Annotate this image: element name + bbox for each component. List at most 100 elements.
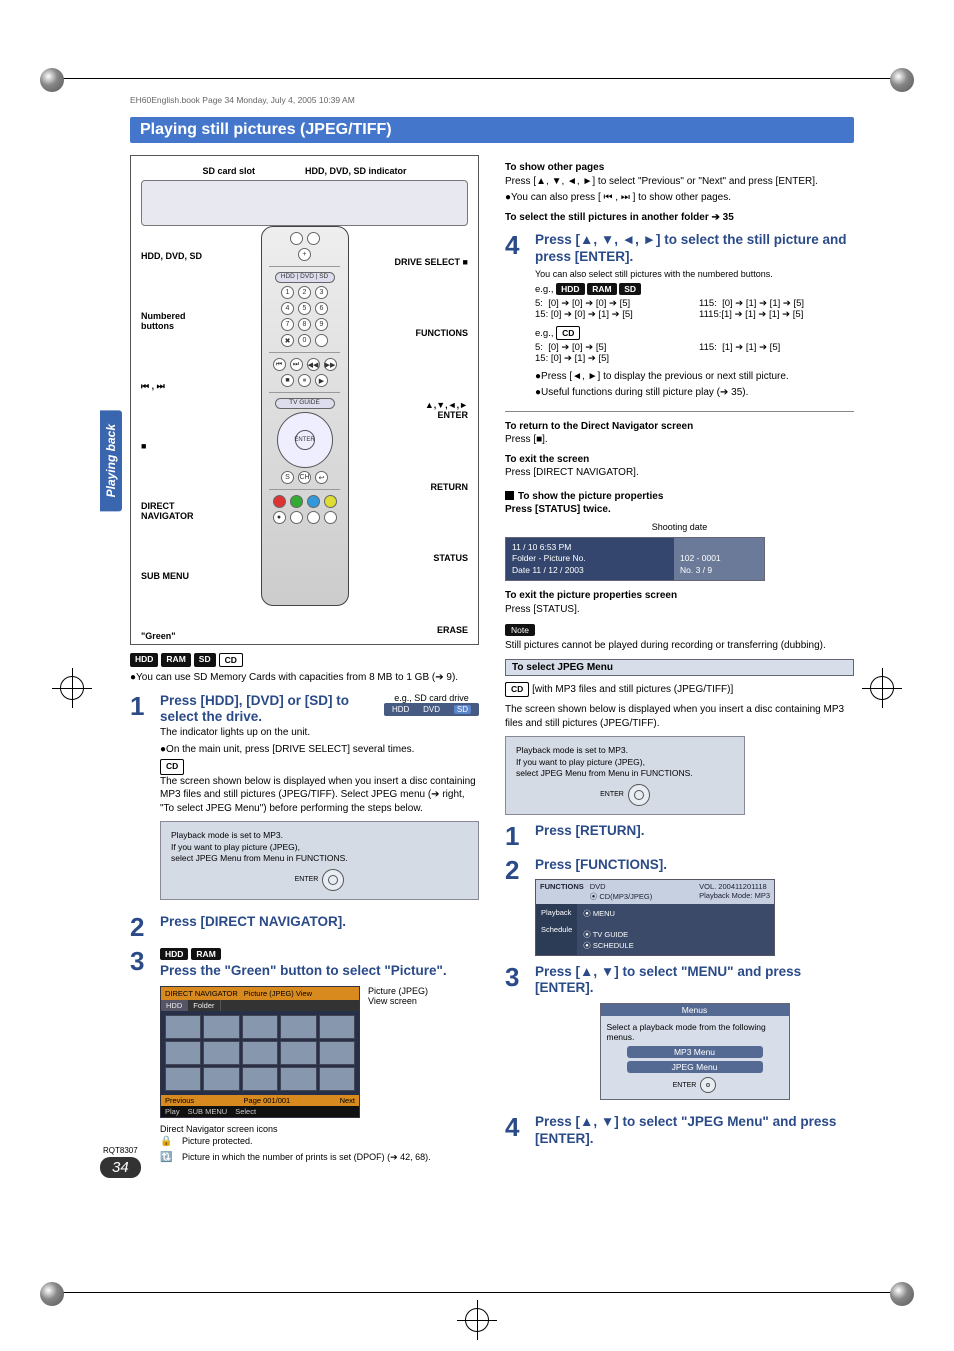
lock-icon (160, 1136, 172, 1148)
menus-enter-lbl: ENTER (673, 1082, 697, 1089)
step-number-2: 2 (130, 914, 152, 940)
shot-hdr0: DIRECT NAVIGATOR (165, 989, 238, 998)
step1-line0: The indicator lights up on the unit. (160, 726, 479, 740)
step2-title: Press [DIRECT NAVIGATOR]. (160, 914, 479, 931)
eg1-b1: RAM (587, 283, 616, 295)
lbl-numbered: Numbered buttons (141, 311, 215, 331)
step-number-3: 3 (130, 948, 152, 1166)
eg1r1b: [0] ➔ [0] ➔ [1] ➔ [5] (551, 309, 633, 320)
enter-icon-2 (628, 784, 650, 806)
enter-icon-3 (700, 1077, 716, 1093)
remote-right-labels: DRIVE SELECT ■ FUNCTIONS ▲,▼,◄,► ENTER R… (394, 226, 468, 666)
shot-page: Page 001/001 (244, 1096, 291, 1105)
step-number-4: 4 (505, 232, 527, 403)
reg-dot-br (890, 1282, 914, 1306)
lbl-drive-select: DRIVE SELECT ■ (394, 257, 468, 267)
note-text: Still pictures cannot be played during r… (505, 639, 854, 653)
eg1r0c: 115: (699, 298, 717, 309)
note-label: Note (505, 624, 535, 636)
intro-text: ●You can use SD Memory Cards with capaci… (130, 671, 479, 685)
step4-title: Press [▲, ▼, ◄, ►] to select the still p… (535, 232, 854, 266)
exit-screen-p: Press [DIRECT NAVIGATOR]. (505, 466, 854, 480)
prop-r0: 102 - 0001 (680, 553, 758, 564)
page-title: Playing still pictures (JPEG/TIFF) (130, 117, 854, 143)
panel-l2: select JPEG Menu from Menu in FUNCTIONS. (171, 853, 348, 864)
menus-hd: Menus (601, 1004, 789, 1016)
lbl-skip: ⏮ , ⏭ (141, 381, 215, 392)
eg2r0b: [0] ➔ [0] ➔ [5] (548, 342, 606, 353)
page-number: 34 (100, 1157, 141, 1178)
step-number-1: 1 (130, 693, 152, 906)
jpanel-enter-label: ENTER (600, 790, 624, 799)
remote-diagram: SD card slot HDD, DVD, SD indicator HDD,… (130, 155, 479, 645)
shot-next: Next (340, 1096, 355, 1105)
show-other-pages-h: To show other pages (505, 161, 854, 175)
fshot-tm: DVD ⦿ CD(MP3/JPEG) (590, 882, 653, 902)
menus-panel: Menus Select a playback mode from the fo… (600, 1003, 790, 1100)
legend-protected: Picture protected. (182, 1136, 253, 1146)
shot-submenu: SUB MENU (188, 1107, 228, 1116)
doc-code: RQT8307 (100, 1146, 141, 1155)
enter-button: ENTER (295, 430, 315, 450)
eg1r1c: 1115: (699, 309, 721, 320)
square-bullet-icon (505, 491, 514, 500)
shot-prev: Previous (165, 1096, 194, 1105)
shot-tab0: HDD (161, 1000, 188, 1011)
mp3-mode-panel-left: Playback mode is set to MP3. If you want… (160, 821, 479, 899)
remote-illustration: + HDD | DVD | SD 123 456 789 ✖0 ⏮⏭◀◀▶▶ ■… (261, 226, 349, 606)
lbl-erase: ERASE (394, 625, 468, 635)
panel-l1: If you want to play picture (JPEG), (171, 842, 348, 853)
step3-caption: Picture (JPEG) View screen (368, 986, 448, 1118)
lbl-hdd-dvd-sd: HDD, DVD, SD (141, 251, 215, 261)
exit-props-h: To exit the picture properties screen (505, 589, 854, 603)
lbl-return: RETURN (394, 482, 468, 492)
step3-badge-hdd: HDD (160, 948, 188, 960)
eg1r1a: 15: (535, 309, 548, 320)
shooting-date-label: Shooting date (505, 521, 854, 533)
legend-title: Direct Navigator screen icons (160, 1124, 479, 1134)
show-other-pages-p1: Press [▲, ▼, ◄, ►] to select "Previous" … (505, 175, 854, 189)
fshot-m1: ⦿ TV GUIDE (583, 929, 768, 940)
jstep-3: 3 (505, 964, 527, 1107)
lbl-sub-menu: SUB MENU (141, 571, 215, 581)
mp3-mode-panel-right: Playback mode is set to MP3. If you want… (505, 736, 745, 814)
functions-screenshot: FUNCTIONS DVD ⦿ CD(MP3/JPEG) VOL. 200411… (535, 879, 775, 956)
step4-sub: You can also select still pictures with … (535, 269, 854, 279)
jpeg-cd-text: [with MP3 files and still pictures (JPEG… (532, 684, 733, 695)
strip-sd: SD (454, 705, 471, 714)
eg1r0a: 5: (535, 298, 543, 309)
label-sd-slot: SD card slot (202, 166, 255, 176)
lbl-direct-nav: DIRECT NAVIGATOR (141, 501, 215, 521)
jpeg-intro: The screen shown below is displayed when… (505, 703, 854, 730)
pdf-header-watermark: EH60English.book Page 34 Monday, July 4,… (130, 95, 355, 105)
jstep-2: 2 (505, 857, 527, 956)
shot-play: Play (165, 1107, 180, 1116)
eg2r1a: 15: (535, 353, 548, 364)
prop-l2: Date 11 / 12 / 2003 (512, 565, 668, 576)
lbl-stop: ■ (141, 441, 215, 451)
menus-txt: Select a playback mode from the followin… (607, 1022, 783, 1042)
eg1-b2: SD (619, 283, 641, 295)
select-jpeg-menu-bar: To select JPEG Menu (505, 659, 854, 676)
jstep1-title: Press [RETURN]. (535, 823, 854, 840)
lbl-green: "Green" (141, 631, 215, 641)
reg-cross-bottom (457, 1300, 497, 1340)
step3-title: Press the "Green" button to select "Pict… (160, 963, 479, 980)
return-nav-h: To return to the Direct Navigator screen (505, 420, 854, 434)
prop-l0: 11 / 10 6:53 PM (512, 542, 668, 553)
step1-cd-badge: CD (160, 759, 184, 774)
lbl-status: STATUS (394, 553, 468, 563)
eg1r0b: [0] ➔ [0] ➔ [0] ➔ [5] (548, 298, 630, 309)
strip-dvd: DVD (423, 705, 440, 714)
prop-l1: Folder - Picture No. (512, 553, 668, 564)
reg-dot-bl (40, 1282, 64, 1306)
jpanel-l0: Playback mode is set to MP3. (516, 745, 693, 756)
step1-title: Press [HDD], [DVD] or [SD] to select the… (160, 693, 376, 727)
shot-select: Select (235, 1107, 256, 1116)
jpanel-l2: select JPEG Menu from Menu in FUNCTIONS. (516, 768, 693, 779)
prop-r1: No. 3 / 9 (680, 565, 758, 576)
fshot-side1: Schedule (541, 925, 572, 934)
jpanel-l1: If you want to play picture (JPEG), (516, 757, 693, 768)
legend-dpof: Picture in which the number of prints is… (182, 1152, 431, 1163)
dvd-unit-illustration (141, 180, 468, 226)
